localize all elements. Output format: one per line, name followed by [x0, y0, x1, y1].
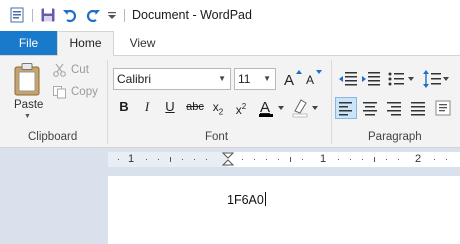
ruler-mark: [398, 159, 399, 160]
ruler-mark: [302, 159, 303, 160]
ruler-mark: [374, 157, 375, 162]
bold-button[interactable]: B: [114, 97, 134, 117]
document-text[interactable]: 1F6A0: [227, 192, 266, 207]
tab-home[interactable]: Home: [57, 31, 114, 56]
grow-font-icon[interactable]: A: [282, 68, 304, 90]
ruler-mark: [446, 159, 447, 160]
font-size-select[interactable]: 11 ▼: [234, 68, 276, 90]
group-label-font: Font: [205, 131, 229, 143]
save-icon[interactable]: [40, 7, 56, 23]
align-left-icon[interactable]: [335, 97, 357, 119]
copy-icon: [53, 86, 66, 99]
justify-icon[interactable]: [407, 97, 429, 119]
ruler-mark: [434, 159, 435, 160]
ruler-mark: [278, 159, 279, 160]
ruler-margin-area: [228, 152, 460, 167]
group-separator: [107, 60, 108, 144]
document-content: 1F6A0: [227, 193, 264, 207]
ruler-mark: [206, 159, 207, 160]
cut-button[interactable]: Cut: [52, 63, 89, 79]
paste-clipboard-icon: [14, 63, 40, 96]
font-family-select[interactable]: Calibri ▼: [113, 68, 231, 90]
chevron-down-icon: ▼: [218, 74, 226, 83]
copy-button[interactable]: Copy: [52, 85, 98, 101]
text-caret: [264, 192, 266, 206]
ruler[interactable]: 1 1 2: [108, 152, 460, 167]
window-title: Document - WordPad: [132, 8, 252, 22]
subscript-button[interactable]: x2: [208, 97, 228, 117]
ruler-mark: [362, 159, 363, 160]
decrease-indent-icon[interactable]: [337, 68, 359, 90]
cut-label: Cut: [71, 64, 89, 77]
paragraph-settings-icon[interactable]: [433, 97, 455, 119]
undo-icon[interactable]: [62, 7, 78, 23]
group-label-paragraph: Paragraph: [368, 131, 422, 143]
increase-indent-icon[interactable]: [360, 68, 382, 90]
separator: [32, 9, 33, 22]
font-family-value: Calibri: [117, 72, 152, 86]
svg-text:A: A: [260, 99, 270, 116]
tab-view[interactable]: View: [114, 31, 171, 55]
svg-text:A: A: [284, 72, 294, 89]
shrink-font-icon[interactable]: A: [303, 68, 325, 90]
ruler-mark: [254, 159, 255, 160]
group-separator: [331, 60, 332, 144]
text-color-icon[interactable]: A: [257, 97, 287, 119]
line-spacing-icon[interactable]: [421, 68, 451, 90]
indent-marker-icon[interactable]: [222, 152, 234, 167]
ruler-mark: [242, 159, 243, 160]
ruler-mark: [146, 159, 147, 160]
align-center-icon[interactable]: [359, 97, 381, 119]
ruler-label: 2: [415, 153, 422, 165]
separator: [124, 9, 125, 22]
align-right-icon[interactable]: [383, 97, 405, 119]
title-bar: Document - WordPad: [0, 0, 460, 31]
svg-text:A: A: [306, 73, 314, 87]
superscript-button[interactable]: x2: [231, 97, 251, 117]
ruler-label: 1: [128, 153, 135, 165]
customize-quick-access-icon[interactable]: [106, 7, 118, 23]
underline-button[interactable]: U: [160, 97, 180, 117]
ruler-mark: [170, 157, 171, 162]
font-size-value: 11: [238, 72, 251, 86]
redo-icon[interactable]: [85, 7, 101, 23]
chevron-down-icon: ▼: [263, 74, 271, 83]
paste-dropdown-arrow-icon[interactable]: ▼: [24, 113, 31, 120]
ribbon-tab-row: File Home View: [0, 31, 460, 56]
ruler-mark: [194, 159, 195, 160]
strikethrough-button[interactable]: abc: [183, 97, 207, 117]
italic-button[interactable]: I: [137, 97, 157, 117]
wordpad-app-icon[interactable]: [9, 7, 25, 23]
ruler-mark: [182, 159, 183, 160]
ruler-mark: [158, 159, 159, 160]
document-page[interactable]: [108, 176, 460, 244]
scissors-icon: [53, 63, 66, 77]
ruler-mark: [266, 159, 267, 160]
copy-label: Copy: [71, 86, 98, 99]
ruler-mark: [386, 159, 387, 160]
ruler-mark: [118, 159, 119, 160]
group-label-clipboard: Clipboard: [28, 131, 78, 143]
ruler-label: 1: [320, 153, 327, 165]
list-bullets-icon[interactable]: [386, 68, 416, 90]
tab-file[interactable]: File: [0, 31, 57, 55]
ruler-mark: [350, 159, 351, 160]
ruler-mark: [290, 157, 291, 162]
ruler-mark: [338, 159, 339, 160]
ribbon-home: Paste ▼ Cut Copy Clipboard Calibri ▼ 11 …: [0, 55, 460, 148]
highlight-color-icon[interactable]: [291, 97, 321, 119]
paste-label: Paste: [14, 99, 44, 111]
